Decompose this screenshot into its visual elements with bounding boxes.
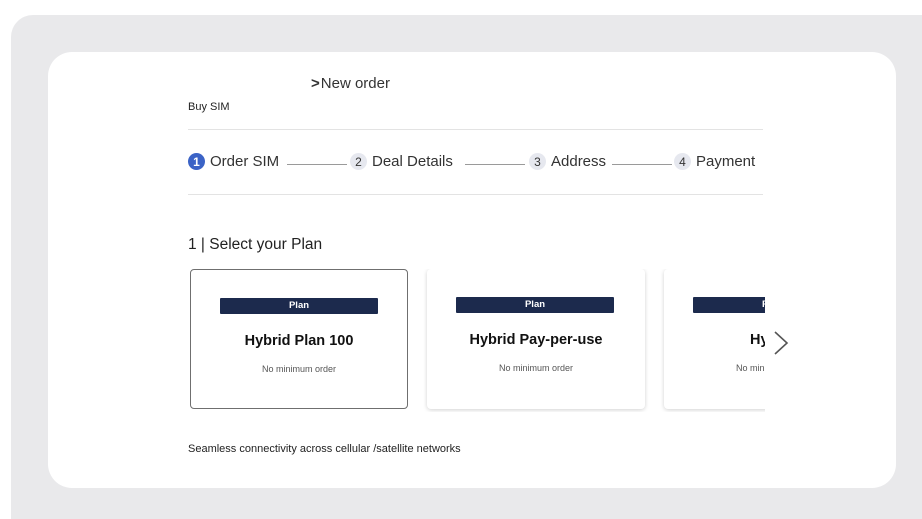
step-number: 3 [529, 153, 546, 170]
plan-card-hybrid-pay-per-use[interactable]: Plan Hybrid Pay-per-use No minimum order [427, 269, 645, 409]
step-label: Payment [696, 153, 756, 170]
plan-card-hybrid-plan-100[interactable]: Plan Hybrid Plan 100 No minimum order [190, 269, 408, 409]
chevron-right-icon: > [311, 75, 320, 92]
step-connector [465, 164, 525, 165]
step-deal-details[interactable]: 2 Deal Details [350, 153, 453, 170]
plan-card-hybrid[interactable]: Plan Hybrid No minimum order [664, 269, 765, 409]
step-number: 4 [674, 153, 691, 170]
plan-name: Hybrid [750, 332, 765, 348]
step-label: Order SIM [210, 153, 280, 170]
step-order-sim[interactable]: 1 Order SIM [188, 153, 279, 170]
divider [188, 194, 763, 195]
section-title: 1 | Select your Plan [188, 236, 323, 253]
plan-subtitle: No minimum order [498, 363, 574, 373]
plan-name: Hybrid Pay-per-use [469, 332, 603, 348]
plan-subtitle: No minimum order [735, 363, 765, 373]
breadcrumb-current: >New order [311, 75, 390, 92]
step-address[interactable]: 3 Address [529, 153, 606, 170]
order-stepper: 1 Order SIM 2 Deal Details 3 Address 4 P… [188, 153, 763, 173]
plan-tag: Plan [456, 297, 614, 313]
step-number: 1 [188, 153, 205, 170]
carousel-next-button[interactable] [768, 328, 792, 358]
divider [188, 129, 763, 130]
plan-name: Hybrid Plan 100 [244, 333, 354, 349]
step-label: Deal Details [372, 153, 453, 170]
breadcrumb-current-label: New order [320, 75, 390, 92]
step-connector [287, 164, 347, 165]
plan-description: Seamless connectivity across cellular /s… [188, 443, 461, 455]
chevron-right-icon [774, 331, 789, 355]
plan-carousel: Plan Hybrid Plan 100 No minimum order Pl… [188, 269, 765, 412]
plan-tag: Plan [693, 297, 765, 313]
step-payment[interactable]: 4 Payment [674, 153, 755, 170]
plan-subtitle: No minimum order [261, 364, 337, 374]
plan-tag: Plan [220, 298, 378, 314]
step-number: 2 [350, 153, 367, 170]
step-label: Address [551, 153, 607, 170]
step-connector [612, 164, 672, 165]
breadcrumb-parent[interactable]: Buy SIM [188, 101, 230, 113]
